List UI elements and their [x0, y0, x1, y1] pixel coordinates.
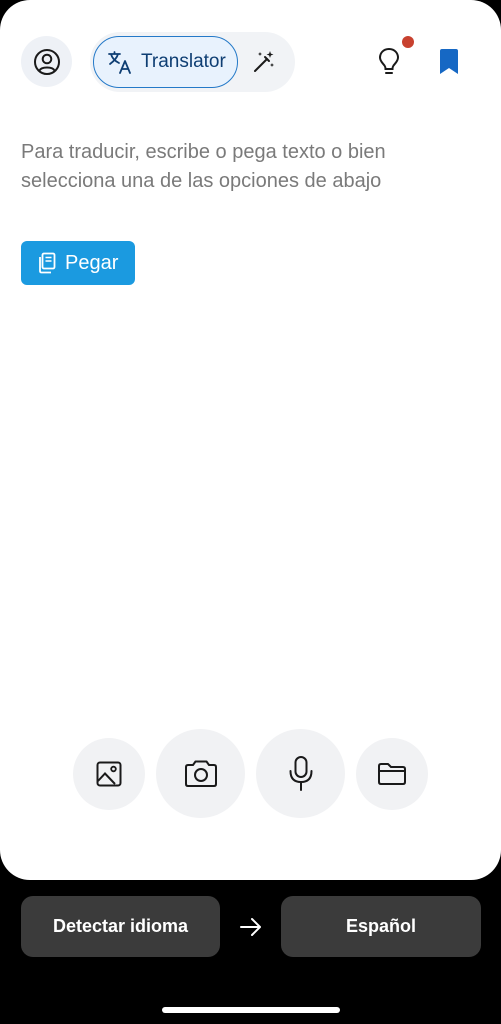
paste-button[interactable]: Pegar	[21, 241, 135, 285]
magic-wand-icon	[254, 51, 274, 72]
folder-icon	[378, 763, 406, 785]
main-sheet: Translator Para traducir, escribe o pega…	[0, 0, 501, 880]
text-input-placeholder[interactable]: Para traducir, escribe o pega texto o bi…	[21, 138, 481, 196]
source-language-button[interactable]: Detectar idioma	[21, 896, 220, 957]
bookmark-icon	[440, 49, 458, 74]
image-icon	[96, 761, 122, 787]
camera-input-button[interactable]	[156, 729, 245, 818]
home-indicator	[162, 1007, 340, 1013]
tab-magic-write[interactable]	[240, 38, 288, 86]
tips-button[interactable]	[370, 42, 408, 82]
swap-languages-button[interactable]	[236, 912, 266, 942]
target-language-button[interactable]: Español	[281, 896, 481, 957]
profile-icon	[33, 48, 60, 75]
notification-dot	[402, 36, 414, 48]
image-input-button[interactable]	[73, 738, 145, 810]
microphone-icon	[289, 755, 312, 791]
arrow-right-icon	[240, 918, 261, 936]
tab-translator[interactable]: Translator	[93, 36, 238, 88]
profile-button[interactable]	[21, 36, 72, 87]
paste-button-label: Pegar	[65, 251, 119, 274]
microphone-input-button[interactable]	[256, 729, 345, 818]
saved-button[interactable]	[432, 44, 466, 80]
file-input-button[interactable]	[356, 738, 428, 810]
mode-switcher: Translator	[90, 32, 295, 92]
camera-icon	[184, 760, 217, 787]
translate-icon	[108, 51, 131, 74]
lightbulb-icon	[378, 47, 400, 74]
paste-icon	[39, 252, 56, 274]
translator-tab-label: Translator	[141, 51, 226, 72]
